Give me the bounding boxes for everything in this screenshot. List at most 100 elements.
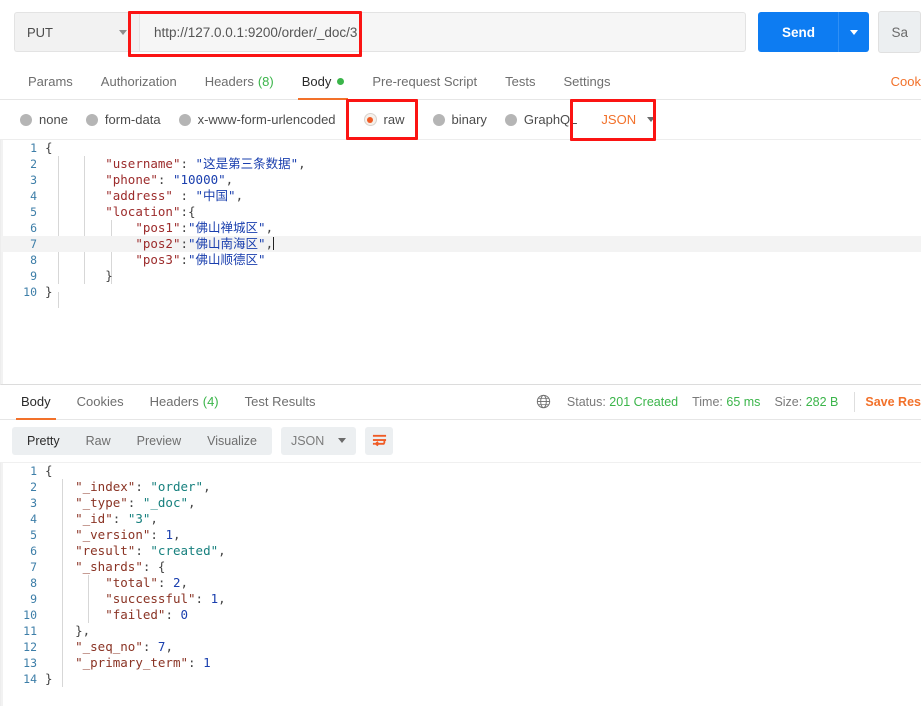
body-type-none[interactable]: none: [20, 112, 68, 127]
send-options-button[interactable]: [838, 12, 870, 52]
request-body-line: 4 "address" : "中国",: [1, 188, 921, 204]
code-text: "_version": 1,: [75, 526, 181, 542]
line-number: 1: [30, 141, 37, 155]
tab-headers[interactable]: Headers (8): [191, 64, 288, 99]
radio-icon: [85, 113, 98, 126]
body-type-bar: none form-data x-www-form-urlencoded raw…: [0, 100, 921, 140]
response-body-editor[interactable]: 1{2 "_index": "order", 3 "_type": "_doc",…: [0, 461, 921, 706]
response-body-line: 14}: [1, 671, 921, 687]
view-mode-visualize[interactable]: Visualize: [194, 427, 270, 455]
line-number: 12: [23, 639, 37, 654]
request-body-line: 6 "pos1":"佛山禅城区",: [1, 220, 921, 236]
http-method-select[interactable]: PUT: [14, 12, 139, 52]
status-value: 201 Created: [609, 394, 679, 409]
line-number: 7: [30, 237, 37, 251]
body-type-urlencoded[interactable]: x-www-form-urlencoded: [178, 112, 336, 127]
size-value: 282 B: [805, 394, 839, 409]
view-mode-preview-label: Preview: [136, 433, 182, 448]
line-number: 13: [23, 655, 37, 670]
body-type-raw[interactable]: raw: [363, 112, 405, 127]
line-number: 1: [30, 463, 37, 478]
response-body-line: 9 "successful": 1,: [1, 591, 921, 607]
radio-selected-icon: [363, 113, 377, 126]
code-text: "result": "created",: [75, 542, 226, 558]
code-text: "_seq_no": 7,: [75, 638, 173, 654]
code-text: "total": 2,: [105, 574, 189, 590]
tab-tests-label: Tests: [505, 74, 536, 89]
view-mode-raw[interactable]: Raw: [73, 427, 124, 455]
tab-authorization[interactable]: Authorization: [87, 64, 191, 99]
radio-icon: [504, 113, 517, 126]
response-format-select[interactable]: JSON: [280, 426, 357, 455]
request-body-editor[interactable]: 1{2 "username": "这是第三条数据", 3 "phone": "10…: [0, 140, 921, 385]
code-text: "_type": "_doc",: [75, 494, 196, 510]
response-body-line: 1{: [1, 463, 921, 479]
view-mode-pretty[interactable]: Pretty: [14, 427, 73, 455]
status-stat: Status: 201 Created: [567, 395, 678, 409]
response-tab-body-label: Body: [21, 394, 51, 409]
view-mode-visualize-label: Visualize: [207, 433, 257, 448]
time-value: 65 ms: [726, 394, 761, 409]
word-wrap-button[interactable]: [365, 426, 394, 455]
cookies-link[interactable]: Cook: [891, 64, 921, 99]
tab-tests[interactable]: Tests: [491, 64, 549, 99]
response-tab-test-results[interactable]: Test Results: [232, 385, 329, 419]
code-text: }: [45, 670, 53, 686]
line-number: 2: [30, 479, 37, 494]
response-body-line: 7 "_shards": {: [1, 559, 921, 575]
code-text: "pos3":"佛山顺德区": [135, 252, 266, 267]
save-request-button[interactable]: Sa: [878, 11, 921, 53]
body-type-graphql[interactable]: GraphQL: [504, 112, 577, 127]
response-format-label: JSON: [290, 433, 325, 448]
radio-icon: [178, 113, 191, 126]
postman-window: PUT Send Sa Params Authorization Headers…: [0, 0, 921, 706]
code-text: "location":{: [105, 204, 196, 219]
http-method-label: PUT: [27, 24, 53, 40]
response-view-mode-group: Pretty Raw Preview Visualize: [12, 426, 272, 455]
response-tab-headers[interactable]: Headers (4): [137, 385, 232, 419]
response-body-line: 3 "_type": "_doc",: [1, 495, 921, 511]
tab-body-label: Body: [301, 74, 332, 89]
request-body-line: 7 "pos2":"佛山南海区",: [1, 236, 921, 252]
body-type-urlencoded-label: x-www-form-urlencoded: [197, 112, 336, 127]
view-mode-preview[interactable]: Preview: [124, 427, 194, 455]
line-number: 10: [23, 285, 37, 299]
response-tab-body[interactable]: Body: [8, 385, 64, 420]
tab-params[interactable]: Params: [14, 64, 87, 99]
tab-settings[interactable]: Settings: [549, 64, 624, 99]
chevron-down-icon: [850, 29, 859, 35]
view-mode-raw-label: Raw: [85, 433, 111, 448]
code-text: "_primary_term": 1: [75, 654, 211, 670]
line-number: 5: [30, 205, 37, 219]
raw-format-label: JSON: [601, 112, 637, 127]
status-divider: [854, 391, 856, 412]
radio-icon: [20, 113, 32, 126]
send-button[interactable]: Send: [758, 12, 839, 52]
line-number: 7: [30, 559, 37, 574]
body-type-form-data-label: form-data: [104, 112, 161, 127]
request-url-input[interactable]: [139, 12, 747, 52]
time-label: Time:: [692, 394, 723, 409]
body-type-form-data[interactable]: form-data: [85, 112, 161, 127]
code-text: "_index": "order",: [75, 478, 211, 494]
tab-pre-request-script[interactable]: Pre-request Script: [358, 64, 491, 99]
raw-format-select[interactable]: JSON: [601, 112, 656, 127]
save-response-button[interactable]: Save Res: [865, 395, 921, 409]
request-body-line: 5 "location":{: [1, 204, 921, 220]
body-type-binary[interactable]: binary: [432, 112, 487, 127]
tab-body[interactable]: Body: [288, 64, 359, 100]
globe-icon: [536, 394, 551, 409]
tab-settings-label: Settings: [563, 74, 611, 89]
request-code-lines: 1{2 "username": "这是第三条数据", 3 "phone": "10…: [1, 140, 921, 300]
response-tab-cookies[interactable]: Cookies: [64, 385, 137, 419]
code-text: "_id": "3",: [75, 510, 158, 526]
body-type-binary-label: binary: [451, 112, 487, 127]
code-text: "phone": "10000",: [105, 172, 234, 187]
response-body-line: 4 "_id": "3",: [1, 511, 921, 527]
response-body-line: 10 "failed": 0: [1, 607, 921, 623]
response-body-line: 12 "_seq_no": 7,: [1, 639, 921, 655]
code-text: "address" : "中国",: [105, 188, 244, 203]
size-label: Size:: [774, 394, 803, 409]
response-body-line: 5 "_version": 1,: [1, 527, 921, 543]
code-text: {: [45, 140, 53, 155]
